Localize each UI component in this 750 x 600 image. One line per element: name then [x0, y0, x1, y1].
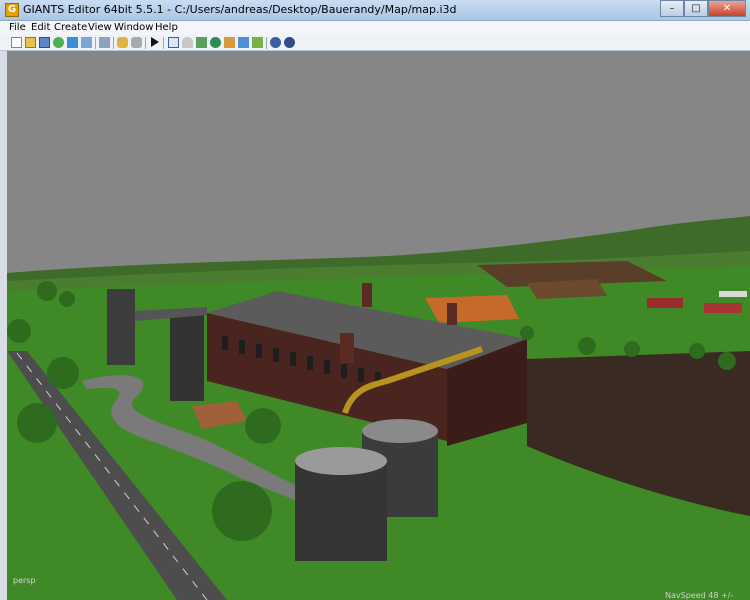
- window-controls: – □ ✕: [660, 0, 746, 19]
- menu-edit[interactable]: Edit: [31, 21, 50, 35]
- orange-crop-field: [425, 295, 519, 323]
- import-icon[interactable]: [67, 37, 78, 48]
- chimney-2: [340, 333, 354, 363]
- play-icon[interactable]: [151, 37, 159, 47]
- open-folder-icon[interactable]: [25, 37, 36, 48]
- magnet-icon[interactable]: [182, 37, 193, 48]
- 3d-viewport[interactable]: persp: [7, 51, 750, 600]
- menu-create[interactable]: Create: [54, 21, 87, 35]
- menu-help[interactable]: Help: [155, 21, 178, 35]
- window-title: GIANTS Editor 64bit 5.5.1 - C:/Users/and…: [23, 3, 457, 16]
- gear-alt-icon[interactable]: [284, 37, 295, 48]
- toolbar-separator: [145, 37, 146, 49]
- nav-speed-status: NavSpeed 48 +/-: [665, 591, 734, 600]
- terrain-icon[interactable]: [196, 37, 207, 48]
- decal-icon[interactable]: [238, 37, 249, 48]
- menu-window[interactable]: Window: [114, 21, 153, 35]
- menu-file[interactable]: File: [9, 21, 26, 35]
- conveyor-tower-2: [170, 313, 204, 401]
- new-file-icon[interactable]: [11, 37, 22, 48]
- silo-front: [295, 461, 387, 561]
- farm-barn: [647, 298, 683, 308]
- title-bar: G GIANTS Editor 64bit 5.5.1 - C:/Users/a…: [0, 0, 750, 21]
- toolbar-separator: [266, 37, 267, 49]
- close-button[interactable]: ✕: [708, 0, 746, 17]
- chimney: [362, 283, 372, 307]
- toolbar-separator: [113, 37, 114, 49]
- silo-front-top: [295, 447, 387, 475]
- undo-icon[interactable]: [117, 37, 128, 48]
- farm-roof: [719, 291, 747, 297]
- settings-icon[interactable]: [99, 37, 110, 48]
- export-icon[interactable]: [81, 37, 92, 48]
- save-icon[interactable]: [39, 37, 50, 48]
- minimize-button[interactable]: –: [660, 0, 684, 17]
- gear-icon[interactable]: [270, 37, 281, 48]
- menu-bar: File Edit Create View Window Help: [0, 21, 750, 35]
- giants-app-icon: G: [5, 3, 19, 17]
- left-panel-edge: [0, 51, 7, 600]
- maximize-button[interactable]: □: [684, 0, 708, 17]
- foliage-icon[interactable]: [210, 37, 221, 48]
- refresh-icon[interactable]: [53, 37, 64, 48]
- object-icon[interactable]: [252, 37, 263, 48]
- scene-render: [7, 51, 750, 600]
- select-tool-icon[interactable]: [168, 37, 179, 48]
- paint-icon[interactable]: [224, 37, 235, 48]
- menu-view[interactable]: View: [88, 21, 112, 35]
- toolbar: [0, 35, 750, 51]
- redo-icon[interactable]: [131, 37, 142, 48]
- toolbar-separator: [95, 37, 96, 49]
- conveyor-tower: [107, 289, 135, 365]
- viewport-camera-label: persp: [13, 576, 36, 585]
- silo-back-top: [362, 419, 438, 443]
- toolbar-separator: [163, 37, 164, 49]
- chimney-3: [447, 303, 457, 325]
- farm-barn-2: [704, 303, 742, 313]
